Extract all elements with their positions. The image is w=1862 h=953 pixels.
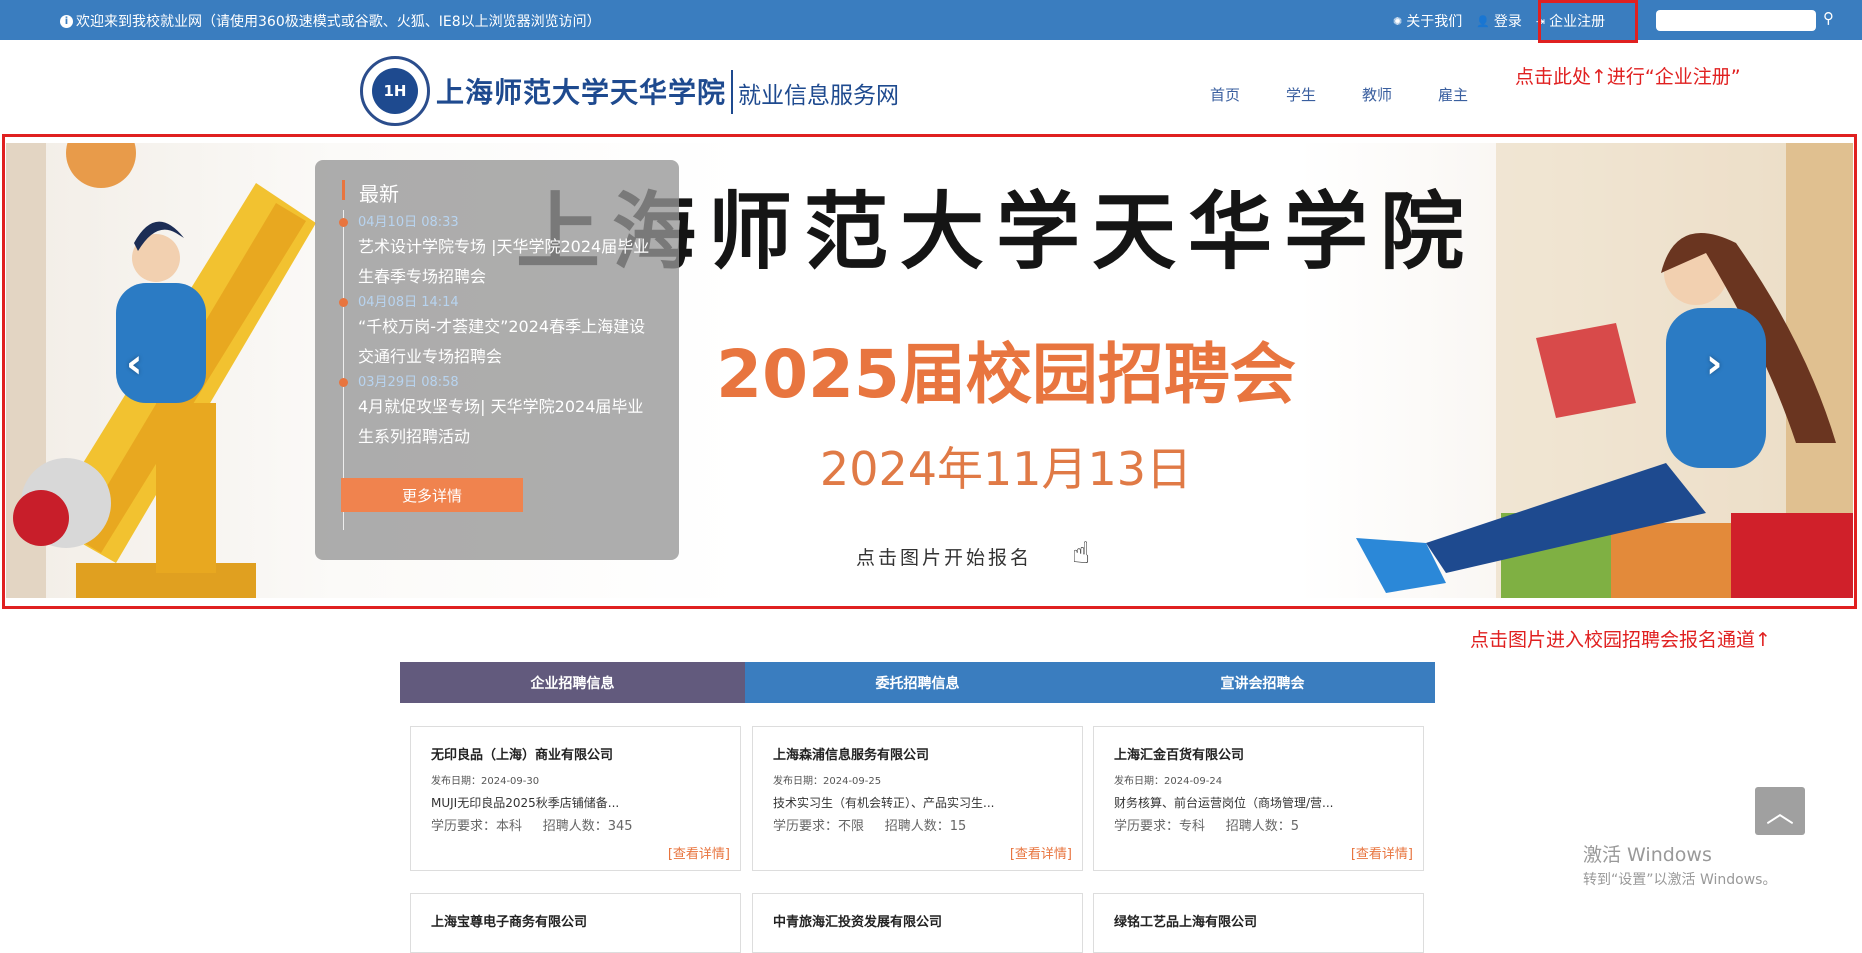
login-label: 登录 xyxy=(1493,14,1522,30)
welcome-text: 欢迎来到我校就业网（请使用360极速模式或谷歌、火狐、IE8以上浏览器浏览访问） xyxy=(76,14,601,30)
company-name[interactable]: 上海汇金百货有限公司 xyxy=(1114,744,1244,763)
education-requirement: 学历要求：不限 xyxy=(773,819,865,834)
back-to-top-button[interactable]: ︿ xyxy=(1755,787,1805,835)
job-card: 上海森浦信息服务有限公司 发布日期：2024-09-25 技术实习生（有机会转正… xyxy=(752,726,1083,871)
nav-teacher[interactable]: 教师 xyxy=(1362,84,1392,105)
school-name: 上海师范大学天华学院 xyxy=(436,76,727,109)
more-details-button[interactable]: 更多详情 xyxy=(341,478,523,512)
welcome-message: i 欢迎来到我校就业网（请使用360极速模式或谷歌、火狐、IE8以上浏览器浏览访… xyxy=(60,11,601,31)
job-card: 中青旅海汇投资发展有限公司 xyxy=(752,893,1083,953)
pointer-hand-icon: ☝ xyxy=(1072,536,1091,571)
latest-heading: 最新 xyxy=(359,182,399,206)
banner-carousel[interactable]: 上海师范大学天华学院 2025届校园招聘会 2024年11月13日 点击图片开始… xyxy=(6,143,1853,598)
job-positions: MUJI无印良品2025秋季店铺储备... xyxy=(431,796,620,810)
search-icon[interactable]: ⚲ xyxy=(1823,9,1834,27)
carousel-next-arrow[interactable]: › xyxy=(1706,341,1722,387)
news-time: 04月10日 08:33 xyxy=(358,215,459,230)
info-icon: i xyxy=(60,14,73,28)
timeline-dot xyxy=(339,378,348,387)
logo-emblem: 1H xyxy=(372,68,418,114)
tab-company-recruitment[interactable]: 企业招聘信息 xyxy=(400,662,745,703)
company-name[interactable]: 上海森浦信息服务有限公司 xyxy=(773,744,929,763)
tab-entrusted-recruitment[interactable]: 委托招聘信息 xyxy=(745,662,1090,703)
education-requirement: 学历要求：本科 xyxy=(431,819,523,834)
publish-date: 发布日期：2024-09-30 xyxy=(431,776,540,787)
news-title[interactable]: 4月就促攻坚专场| 天华学院2024届毕业生系列招聘活动 xyxy=(358,392,658,452)
company-name[interactable]: 上海宝尊电子商务有限公司 xyxy=(431,911,587,930)
windows-activation-watermark: 激活 Windows 转到“设置”以激活 Windows。 xyxy=(1583,840,1776,889)
news-time: 03月29日 08:58 xyxy=(358,375,459,390)
nav-home[interactable]: 首页 xyxy=(1210,84,1240,105)
user-icon: 👤 xyxy=(1476,14,1490,28)
publish-date: 发布日期：2024-09-25 xyxy=(773,776,882,787)
news-time: 04月08日 14:14 xyxy=(358,295,459,310)
activation-title: 激活 Windows xyxy=(1583,844,1712,866)
hiring-count: 招聘人数：15 xyxy=(884,819,967,834)
banner-cta[interactable]: 点击图片开始报名 xyxy=(856,543,1032,570)
news-item[interactable]: 03月29日 08:58 4月就促攻坚专场| 天华学院2024届毕业生系列招聘活… xyxy=(339,371,658,452)
about-link[interactable]: ✺ 关于我们 xyxy=(1393,11,1462,31)
requirements: 学历要求：专科 招聘人数：5 xyxy=(1114,815,1299,834)
banner-annotation: 点击图片进入校园招聘会报名通道↑ xyxy=(1470,629,1771,651)
school-logo[interactable]: 1H xyxy=(360,56,430,126)
company-name[interactable]: 绿铭工艺品上海有限公司 xyxy=(1114,911,1257,930)
requirements: 学历要求：本科 招聘人数：345 xyxy=(431,815,633,834)
job-positions: 技术实习生（有机会转正）、产品实习生... xyxy=(773,796,995,810)
recruitment-tabs: 企业招聘信息 委托招聘信息 宣讲会招聘会 xyxy=(400,662,1435,703)
job-card: 上海宝尊电子商务有限公司 xyxy=(410,893,741,953)
banner-subtitle: 2025届校园招聘会 xyxy=(716,336,1296,413)
register-highlight-box xyxy=(1538,0,1638,43)
about-label: 关于我们 xyxy=(1406,14,1463,30)
company-name[interactable]: 无印良品（上海）商业有限公司 xyxy=(431,744,613,763)
news-title[interactable]: 艺术设计学院专场 |天华学院2024届毕业生春季专场招聘会 xyxy=(358,232,658,292)
job-card: 上海汇金百货有限公司 发布日期：2024-09-24 财务核算、前台运营岗位（商… xyxy=(1093,726,1424,871)
banner-date: 2024年11月13日 xyxy=(819,442,1193,496)
view-details-link[interactable]: [查看详情] xyxy=(1010,843,1072,862)
requirements: 学历要求：不限 招聘人数：15 xyxy=(773,815,966,834)
job-card: 无印良品（上海）商业有限公司 发布日期：2024-09-30 MUJI无印良品2… xyxy=(410,726,741,871)
education-requirement: 学历要求：专科 xyxy=(1114,819,1206,834)
timeline-dot xyxy=(339,298,348,307)
news-title[interactable]: “千校万岗-才荟建交”2024春季上海建设交通行业专场招聘会 xyxy=(358,312,658,372)
heading-accent-bar xyxy=(342,180,345,200)
register-annotation: 点击此处↑进行“企业注册” xyxy=(1515,66,1741,88)
hiring-count: 招聘人数：5 xyxy=(1225,819,1299,834)
view-details-link[interactable]: [查看详情] xyxy=(668,843,730,862)
login-link[interactable]: 👤 登录 xyxy=(1476,11,1522,31)
publish-date: 发布日期：2024-09-24 xyxy=(1114,776,1223,787)
job-positions: 财务核算、前台运营岗位（商场管理/营... xyxy=(1114,796,1334,810)
view-details-link[interactable]: [查看详情] xyxy=(1351,843,1413,862)
site-name: 就业信息服务网 xyxy=(738,83,899,109)
header-divider xyxy=(731,70,733,114)
nav-employer[interactable]: 雇主 xyxy=(1438,84,1468,105)
timeline-dot xyxy=(339,218,348,227)
flower-icon: ✺ xyxy=(1393,14,1403,28)
news-item[interactable]: 04月08日 14:14 “千校万岗-才荟建交”2024春季上海建设交通行业专场… xyxy=(339,291,658,372)
news-item[interactable]: 04月10日 08:33 艺术设计学院专场 |天华学院2024届毕业生春季专场招… xyxy=(339,211,658,292)
hiring-count: 招聘人数：345 xyxy=(542,819,633,834)
activation-subtitle: 转到“设置”以激活 Windows。 xyxy=(1583,872,1777,888)
carousel-prev-arrow[interactable]: ‹ xyxy=(126,341,142,387)
tab-presentation-fair[interactable]: 宣讲会招聘会 xyxy=(1090,662,1435,703)
company-name[interactable]: 中青旅海汇投资发展有限公司 xyxy=(773,911,942,930)
latest-news-panel: 最新 04月10日 08:33 艺术设计学院专场 |天华学院2024届毕业生春季… xyxy=(315,160,679,560)
main-nav: 首页 学生 教师 雇主 xyxy=(1210,84,1468,105)
nav-student[interactable]: 学生 xyxy=(1286,84,1316,105)
search-input[interactable] xyxy=(1656,10,1816,31)
job-card: 绿铭工艺品上海有限公司 xyxy=(1093,893,1424,953)
